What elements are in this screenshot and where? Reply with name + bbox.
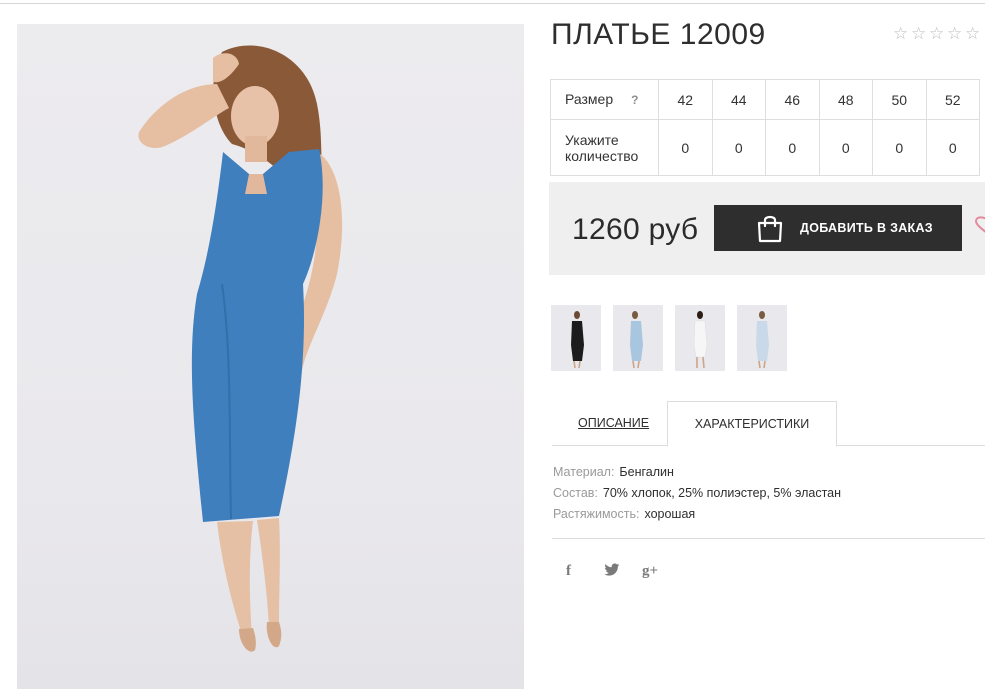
quantity-input[interactable]: 0 [765, 119, 820, 176]
quantity-input[interactable]: 0 [658, 119, 713, 176]
quantity-input[interactable]: 0 [818, 119, 873, 176]
spec-value: хорошая [644, 507, 696, 521]
quantity-label-cell: Укажите количество [550, 119, 659, 176]
quantity-row: Укажите количество 0 0 0 0 0 0 [550, 119, 980, 176]
quantity-label-line2: количество [565, 147, 639, 164]
size-label-cell: Размер? [550, 79, 659, 120]
spec-row: Растяжимость: хорошая [553, 504, 841, 525]
size-quantity-table: Размер? 42 44 46 48 50 52 Укажите количе… [550, 79, 980, 176]
size-help-icon[interactable]: ? [631, 92, 638, 108]
thumbnail-white-dress[interactable] [675, 305, 725, 371]
wishlist-heart-icon[interactable] [972, 215, 985, 239]
spec-key: Растяжимость: [553, 507, 640, 521]
thumbnail-gallery [551, 305, 787, 371]
google-plus-icon[interactable]: g+ [642, 563, 680, 583]
add-to-order-button[interactable]: ДОБАВИТЬ В ЗАКАЗ [714, 205, 962, 251]
size-cell: 44 [711, 79, 766, 120]
top-divider [0, 3, 985, 4]
thumbnail-pale-blue-dress[interactable] [737, 305, 787, 371]
spec-row: Материал: Бенгалин [553, 462, 841, 483]
quantity-input[interactable]: 0 [925, 119, 980, 176]
star-icon[interactable]: ☆ [893, 25, 910, 42]
main-product-photo[interactable] [17, 24, 524, 689]
model-illustration [138, 45, 343, 652]
facebook-icon[interactable]: f [566, 563, 604, 583]
section-divider [552, 538, 985, 539]
shopping-bag-icon [757, 215, 783, 243]
product-price: 1260 руб [572, 213, 699, 246]
size-label: Размер [565, 91, 614, 107]
thumbnail-light-blue-dress[interactable] [613, 305, 663, 371]
price-box: 1260 руб ДОБАВИТЬ В ЗАКАЗ [549, 182, 985, 275]
size-cell: 46 [765, 79, 820, 120]
quantity-input[interactable]: 0 [872, 119, 927, 176]
rating-stars[interactable]: ☆ ☆ ☆ ☆ ☆ [893, 25, 982, 42]
characteristics-list: Материал: Бенгалин Состав: 70% хлопок, 25%… [553, 462, 841, 525]
thumbnail-black-dress[interactable] [551, 305, 601, 371]
product-title: ПЛАТЬЕ 12009 [551, 18, 766, 51]
spec-value: Бенгалин [619, 465, 674, 479]
size-cell: 42 [658, 79, 713, 120]
quantity-input[interactable]: 0 [711, 119, 766, 176]
tab-description[interactable]: ОПИСАНИЕ [578, 401, 649, 446]
star-icon[interactable]: ☆ [965, 25, 982, 42]
star-icon[interactable]: ☆ [929, 25, 946, 42]
size-cell: 50 [872, 79, 927, 120]
social-share: f g+ [566, 563, 680, 583]
star-icon[interactable]: ☆ [947, 25, 964, 42]
add-to-order-label: ДОБАВИТЬ В ЗАКАЗ [800, 221, 933, 235]
size-cell: 48 [818, 79, 873, 120]
spec-key: Материал: [553, 465, 615, 479]
spec-row: Состав: 70% хлопок, 25% полиэстер, 5% эла… [553, 483, 841, 504]
twitter-icon[interactable] [604, 563, 642, 583]
spec-value: 70% хлопок, 25% полиэстер, 5% эластан [602, 486, 842, 500]
size-row: Размер? 42 44 46 48 50 52 [550, 79, 980, 120]
tab-characteristics[interactable]: ХАРАКТЕРИСТИКИ [667, 401, 837, 447]
quantity-label-line1: Укажите [565, 131, 619, 148]
product-tabs: ОПИСАНИЕ ХАРАКТЕРИСТИКИ [552, 401, 985, 447]
star-icon[interactable]: ☆ [911, 25, 928, 42]
spec-key: Состав: [553, 486, 598, 500]
size-cell: 52 [925, 79, 980, 120]
